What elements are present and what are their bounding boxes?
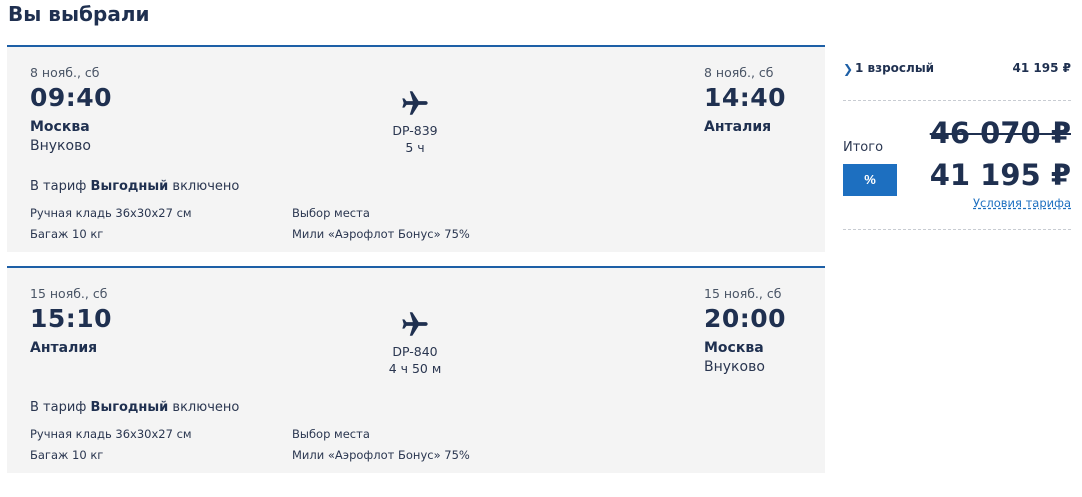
arrival-city: Москва [704, 340, 764, 356]
flight-duration: 4 ч 50 м [388, 361, 442, 376]
departure-city: Анталия [30, 340, 98, 356]
tariff-suffix: включено [172, 179, 240, 194]
tariff-info: В тариф Выгодный включено [30, 400, 239, 415]
tariff-prefix: В тариф [30, 400, 87, 415]
fare-conditions-link[interactable]: Условия тарифа [973, 196, 1071, 210]
departure-date: 15 нояб., сб [30, 286, 108, 301]
departure-time: 09:40 [30, 83, 113, 112]
feature-miles: Мили «Аэрофлот Бонус» 75% [292, 448, 470, 462]
arrival-time: 20:00 [704, 304, 787, 333]
passengers-price: 41 195 ₽ [1012, 61, 1071, 75]
flight-number: DP-839 [392, 123, 438, 138]
tariff-name: Выгодный [90, 179, 169, 194]
feature-hand-luggage: Ручная кладь 36x30x27 см [30, 427, 192, 441]
feature-miles: Мили «Аэрофлот Бонус» 75% [292, 227, 470, 241]
departure-time: 15:10 [30, 304, 113, 333]
airplane-icon [402, 91, 428, 115]
divider [843, 100, 1071, 101]
page-title: Вы выбрали [8, 2, 150, 26]
divider [843, 229, 1071, 230]
tariff-info: В тариф Выгодный включено [30, 179, 239, 194]
arrival-date: 8 нояб., сб [704, 65, 774, 80]
old-price: 46 070 ₽ [929, 116, 1071, 150]
tariff-prefix: В тариф [30, 179, 87, 194]
flight-card-outbound: 8 нояб., сб 09:40 Москва Внуково DP-839 … [7, 45, 825, 252]
tariff-name: Выгодный [90, 400, 169, 415]
feature-hand-luggage: Ручная кладь 36x30x27 см [30, 206, 192, 220]
feature-seat-selection: Выбор места [292, 427, 370, 441]
arrival-date: 15 нояб., сб [704, 286, 782, 301]
departure-date: 8 нояб., сб [30, 65, 100, 80]
passengers-label: 1 взрослый [855, 61, 935, 75]
chevron-right-icon: ❯ [843, 62, 854, 76]
total-label: Итого [843, 140, 884, 155]
flight-card-return: 15 нояб., сб 15:10 Анталия DP-840 4 ч 50… [7, 266, 825, 473]
discount-button[interactable]: % [843, 164, 897, 196]
total-price: 41 195 ₽ [929, 158, 1071, 192]
passengers-toggle[interactable]: ❯ 1 взрослый 41 195 ₽ [843, 61, 1071, 81]
flight-number: DP-840 [392, 344, 438, 359]
arrival-city: Анталия [704, 119, 772, 135]
airplane-icon [402, 312, 428, 336]
departure-airport: Внуково [30, 138, 91, 154]
departure-city: Москва [30, 119, 90, 135]
feature-seat-selection: Выбор места [292, 206, 370, 220]
arrival-time: 14:40 [704, 83, 787, 112]
feature-baggage: Багаж 10 кг [30, 227, 104, 241]
arrival-airport: Внуково [704, 359, 765, 375]
tariff-suffix: включено [172, 400, 240, 415]
flight-duration: 5 ч [405, 140, 425, 155]
feature-baggage: Багаж 10 кг [30, 448, 104, 462]
